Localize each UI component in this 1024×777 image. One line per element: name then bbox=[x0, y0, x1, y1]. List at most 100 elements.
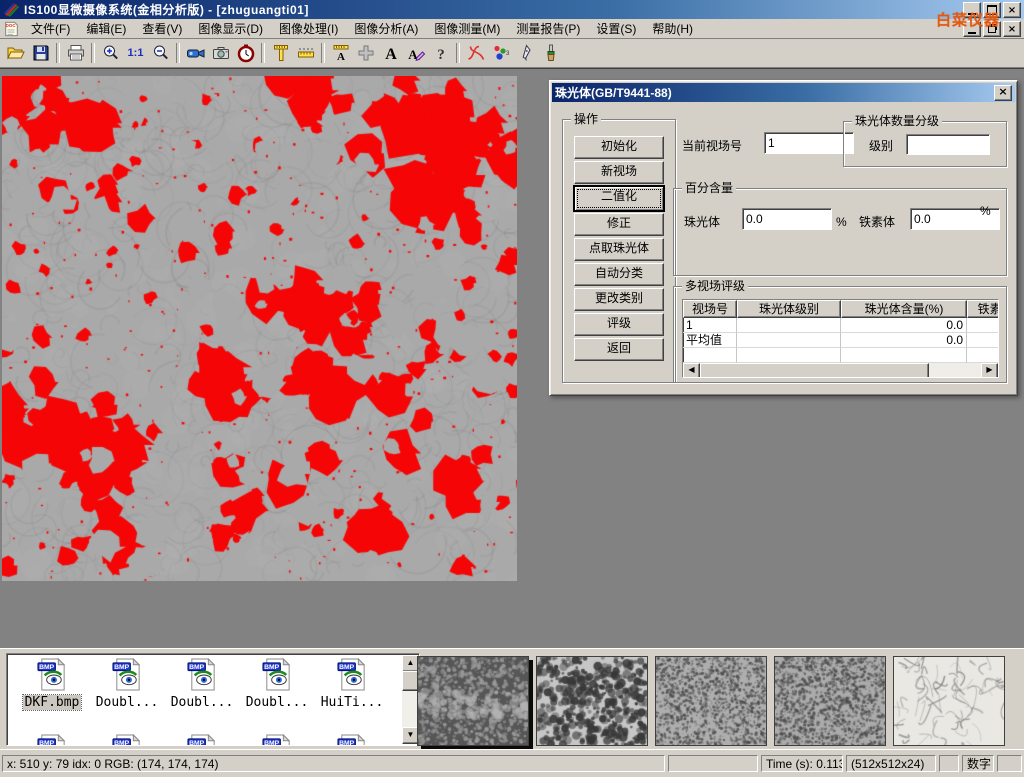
measure-text-button[interactable] bbox=[328, 41, 353, 65]
timer-button[interactable] bbox=[233, 41, 258, 65]
marker-dots-icon bbox=[491, 43, 511, 63]
cell-pearlite-level bbox=[737, 333, 841, 348]
menu-image-processing[interactable]: 图像处理(I) bbox=[271, 19, 346, 39]
col-pearlite-level[interactable]: 珠光体级别 bbox=[737, 300, 841, 318]
file-item[interactable] bbox=[15, 734, 89, 746]
scroll-left-arrow-icon[interactable]: ◀ bbox=[683, 363, 700, 378]
table-horizontal-scrollbar[interactable]: ◀ ▶ bbox=[683, 363, 998, 377]
menu-settings[interactable]: 设置(S) bbox=[588, 19, 644, 39]
pearlite-percent-input[interactable] bbox=[742, 208, 832, 230]
menu-measure-report[interactable]: 测量报告(P) bbox=[508, 19, 588, 39]
thumbnail-image[interactable] bbox=[655, 656, 767, 746]
table-row[interactable]: 平均值 0.0 bbox=[683, 333, 999, 348]
cell-field-number: 1 bbox=[683, 318, 737, 333]
minimize-button[interactable] bbox=[963, 2, 981, 18]
pearlite-dialog: 珠光体(GB/T9441-88) × 操作 初始化 新视场 二值化 修正 点取珠… bbox=[549, 80, 1018, 396]
move-button[interactable] bbox=[353, 41, 378, 65]
file-item[interactable]: HuiTi... bbox=[315, 658, 389, 710]
table-row[interactable] bbox=[683, 348, 999, 363]
new-field-button[interactable]: 新视场 bbox=[574, 161, 664, 184]
maximize-button[interactable] bbox=[983, 2, 1001, 18]
col-ferrite-content[interactable]: 铁素体含量(%) bbox=[967, 300, 999, 318]
menu-image-analysis[interactable]: 图像分析(A) bbox=[346, 19, 426, 39]
col-pearlite-content[interactable]: 珠光体含量(%) bbox=[841, 300, 967, 318]
multi-field-group-label: 多视场评级 bbox=[682, 279, 748, 293]
ferrite-label: 铁素体 bbox=[859, 213, 895, 230]
file-item[interactable]: Doubl... bbox=[90, 658, 164, 710]
menu-help[interactable]: 帮助(H) bbox=[644, 19, 701, 39]
text-button[interactable] bbox=[378, 41, 403, 65]
thumbnail-image[interactable] bbox=[417, 656, 529, 746]
marker-tool-button[interactable] bbox=[488, 41, 513, 65]
cell-ferrite-content bbox=[967, 318, 999, 333]
table-row[interactable]: 1 0.0 bbox=[683, 318, 999, 333]
col-field-number[interactable]: 视场号 bbox=[683, 300, 737, 318]
file-item[interactable] bbox=[90, 734, 164, 746]
file-item[interactable] bbox=[315, 734, 389, 746]
scroll-right-arrow-icon[interactable]: ▶ bbox=[981, 363, 998, 378]
file-item[interactable]: Doubl... bbox=[165, 658, 239, 710]
open-button[interactable] bbox=[3, 41, 28, 65]
help-button[interactable] bbox=[428, 41, 453, 65]
brush-tool-button[interactable] bbox=[538, 41, 563, 65]
cell-ferrite-content bbox=[967, 333, 999, 348]
file-item[interactable]: Doubl... bbox=[240, 658, 314, 710]
menu-image-display[interactable]: 图像显示(D) bbox=[190, 19, 271, 39]
ruler-measure-button[interactable] bbox=[293, 41, 318, 65]
cell-pearlite-content: 0.0 bbox=[841, 318, 967, 333]
zoom-in-button[interactable] bbox=[98, 41, 123, 65]
caliper-measure-button[interactable] bbox=[268, 41, 293, 65]
document-icon bbox=[4, 21, 19, 37]
zoom-out-icon bbox=[151, 43, 171, 63]
annotate-button[interactable] bbox=[403, 41, 428, 65]
init-button[interactable]: 初始化 bbox=[574, 136, 664, 159]
menu-view[interactable]: 查看(V) bbox=[134, 19, 190, 39]
dialog-close-button[interactable]: × bbox=[994, 85, 1012, 101]
zoom-out-button[interactable] bbox=[148, 41, 173, 65]
file-item[interactable] bbox=[165, 734, 239, 746]
scrollbar-thumb[interactable] bbox=[700, 363, 929, 378]
save-button[interactable] bbox=[28, 41, 53, 65]
file-item[interactable]: DKF.bmp bbox=[15, 658, 89, 710]
thumbnail-image[interactable] bbox=[536, 656, 648, 746]
child-close-button[interactable]: × bbox=[1003, 21, 1021, 37]
print-button[interactable] bbox=[63, 41, 88, 65]
toolbar: 1:1 bbox=[0, 39, 1024, 68]
multi-field-table[interactable]: 视场号 珠光体级别 珠光体含量(%) 铁素体含量(%) 1 0.0 bbox=[682, 299, 999, 378]
file-list[interactable]: DKF.bmp Doubl... Doubl... Doubl... HuiTi… bbox=[6, 653, 420, 746]
cell-ferrite-content bbox=[967, 348, 999, 363]
snapshot-button[interactable] bbox=[208, 41, 233, 65]
file-name: HuiTi... bbox=[319, 695, 386, 710]
return-button[interactable]: 返回 bbox=[574, 338, 664, 361]
percent-group-label: 百分含量 bbox=[682, 181, 736, 195]
change-class-button[interactable]: 更改类别 bbox=[574, 288, 664, 311]
cell-pearlite-level bbox=[737, 348, 841, 363]
metallographic-image[interactable] bbox=[2, 76, 517, 581]
bottom-panel: DKF.bmp Doubl... Doubl... Doubl... HuiTi… bbox=[0, 648, 1024, 749]
dialog-title-bar[interactable]: 珠光体(GB/T9441-88) × bbox=[552, 83, 1015, 102]
thumbnail-image[interactable] bbox=[893, 656, 1005, 746]
file-item[interactable] bbox=[240, 734, 314, 746]
menu-image-measure[interactable]: 图像测量(M) bbox=[426, 19, 508, 39]
auto-classify-button[interactable]: 自动分类 bbox=[574, 263, 664, 286]
level-input[interactable] bbox=[906, 134, 990, 155]
menu-bar: 文件(F) 编辑(E) 查看(V) 图像显示(D) 图像处理(I) 图像分析(A… bbox=[0, 19, 1024, 39]
zoom-1to1-button[interactable]: 1:1 bbox=[123, 41, 148, 65]
correct-button[interactable]: 修正 bbox=[574, 213, 664, 236]
grade-button[interactable]: 评级 bbox=[574, 313, 664, 336]
menu-edit[interactable]: 编辑(E) bbox=[78, 19, 134, 39]
brush-icon bbox=[541, 43, 561, 63]
file-list-scrollbar[interactable]: ▲ ▼ bbox=[402, 655, 418, 744]
pick-pearlite-button[interactable]: 点取珠光体 bbox=[574, 238, 664, 261]
thumbnail-image[interactable] bbox=[774, 656, 886, 746]
current-field-input[interactable] bbox=[764, 132, 854, 154]
child-restore-button[interactable] bbox=[983, 21, 1001, 37]
pen-tool-button[interactable] bbox=[513, 41, 538, 65]
bmp-file-icon bbox=[261, 734, 294, 746]
menu-file[interactable]: 文件(F) bbox=[23, 19, 78, 39]
video-capture-button[interactable] bbox=[183, 41, 208, 65]
close-button[interactable]: × bbox=[1003, 2, 1021, 18]
child-minimize-button[interactable] bbox=[963, 21, 981, 37]
binarize-button[interactable]: 二值化 bbox=[574, 186, 664, 211]
curve-tool-button[interactable] bbox=[463, 41, 488, 65]
